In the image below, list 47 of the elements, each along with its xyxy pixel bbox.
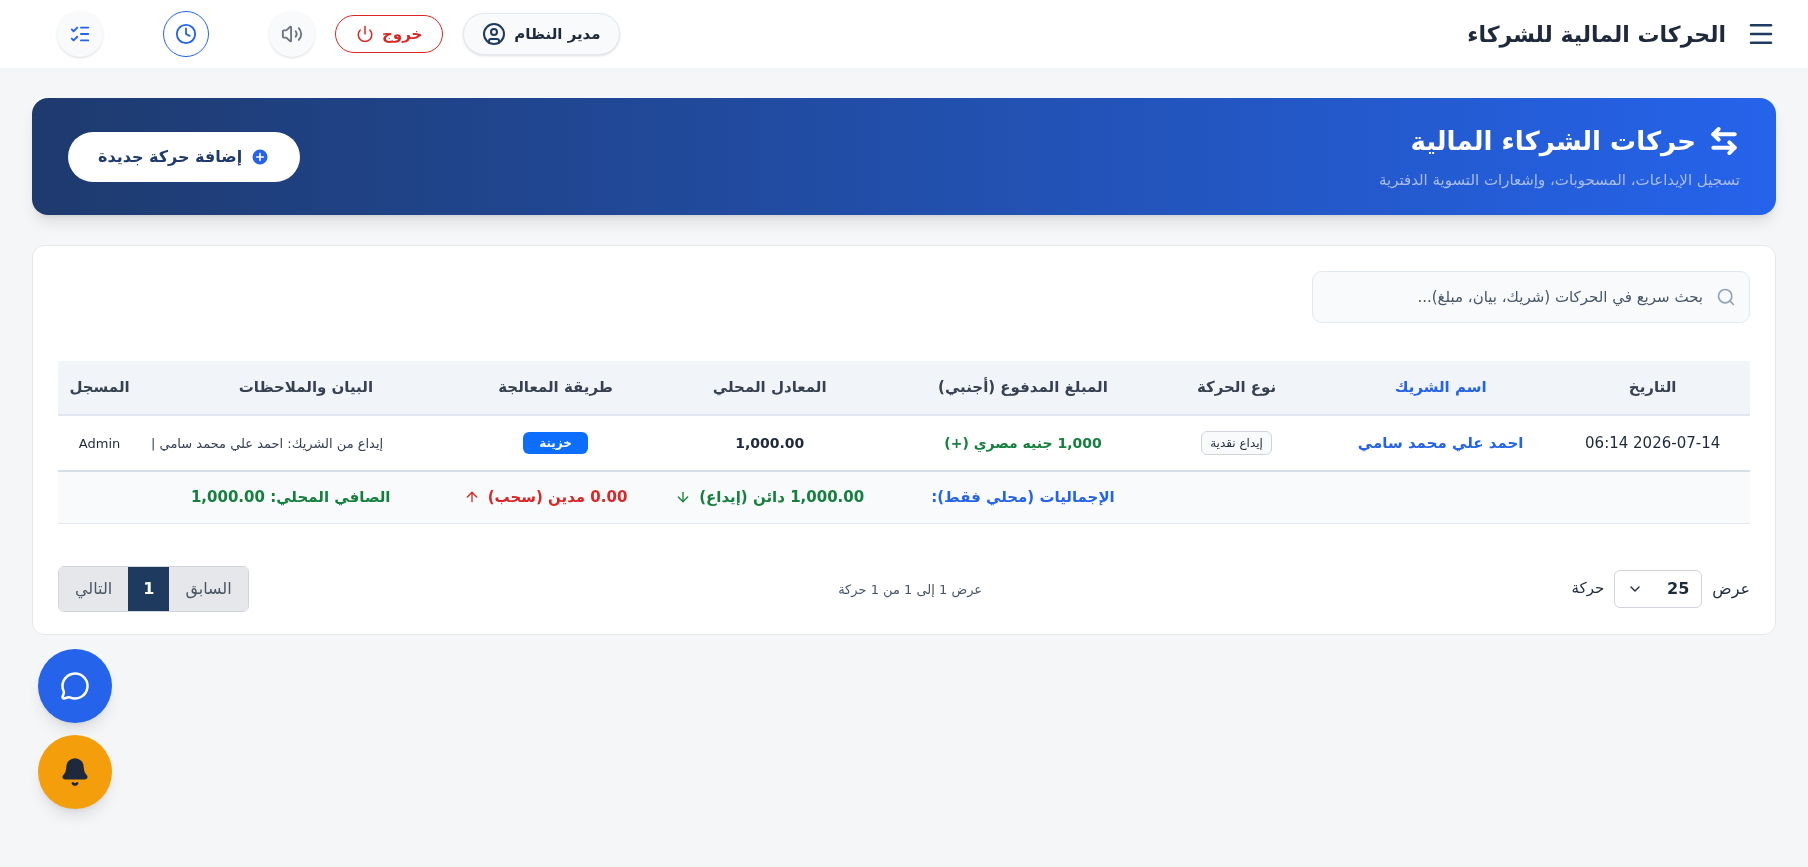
clock-button[interactable] <box>163 11 209 57</box>
messenger-button[interactable] <box>38 648 112 723</box>
transaction-type-tag: إيداع نقدية <box>1201 431 1272 455</box>
page-button[interactable]: 1 <box>128 566 170 611</box>
column-header[interactable]: اسم الشريك <box>1394 378 1487 397</box>
pagination-summary: عرض 1 إلى 1 من 1 حركة <box>838 581 983 597</box>
notification-button[interactable] <box>38 734 112 809</box>
previous-button[interactable]: السابق <box>169 566 248 611</box>
banner-subtitle: تسجيل الإيداعات، المسحوبات، وإشعارات التسوية الدفترية <box>1378 169 1740 191</box>
plus-icon <box>250 146 271 167</box>
page-size-select[interactable]: 25 <box>1614 569 1703 608</box>
local-amount-cell: 1,000.00 <box>735 434 805 451</box>
add-transaction-button[interactable]: إضافة حركة جديدة <box>68 131 301 182</box>
column-header: البيان والملاحظات <box>238 378 374 397</box>
bell-icon <box>60 756 90 787</box>
debit-total: 0.00 مدين (سحب) <box>450 486 641 509</box>
transfer-icon <box>1708 125 1740 158</box>
page-title: الحركات المالية للشركاء <box>1467 20 1726 50</box>
method-tag: خزينة <box>523 432 588 454</box>
date-cell: 2026-07-14 06:14 <box>1585 433 1721 452</box>
notes-cell: إيداع من الشريك: احمد علي محمد سامي | <box>151 435 384 451</box>
column-header: التاريخ <box>1628 378 1677 397</box>
column-header: المعادل المحلي <box>712 378 827 397</box>
column-header: المبلغ المدفوع (أجنبي) <box>938 378 1108 397</box>
unit-label: حركة <box>1571 578 1605 600</box>
speaker-icon <box>281 23 303 45</box>
column-header: طريقة المعالجة <box>498 378 613 397</box>
recorder-cell: Admin <box>78 435 121 451</box>
credit-total: 1,000.00 دائن (إيداع) <box>675 486 865 509</box>
user-icon <box>482 22 507 46</box>
checklist-button[interactable] <box>57 11 103 57</box>
partner-link[interactable]: احمد علي محمد سامي <box>1357 433 1524 452</box>
clock-icon <box>175 23 197 45</box>
banner-title: حركات الشركاء المالية <box>1410 124 1696 159</box>
show-label: عرض <box>1712 577 1750 601</box>
next-button[interactable]: التالي <box>59 566 129 611</box>
column-header: نوع الحركة <box>1196 378 1277 397</box>
search-field[interactable]: بحث سريع في الحركات (شريك، بيان، مبلغ)... <box>1312 271 1750 323</box>
column-header: المسجل <box>69 378 130 397</box>
user-button[interactable]: مدير النظام <box>463 13 620 55</box>
foreign-amount-cell: 1,000 جنيه مصري (+) <box>944 434 1102 451</box>
power-icon <box>356 25 374 43</box>
search-icon <box>1716 287 1736 307</box>
totals-label: الإجماليات (محلي فقط): <box>931 488 1115 506</box>
chat-bubble-icon <box>60 670 90 701</box>
net-total: الصافي المحلي: 1,000.00 <box>190 487 391 508</box>
sound-button[interactable] <box>269 11 315 57</box>
